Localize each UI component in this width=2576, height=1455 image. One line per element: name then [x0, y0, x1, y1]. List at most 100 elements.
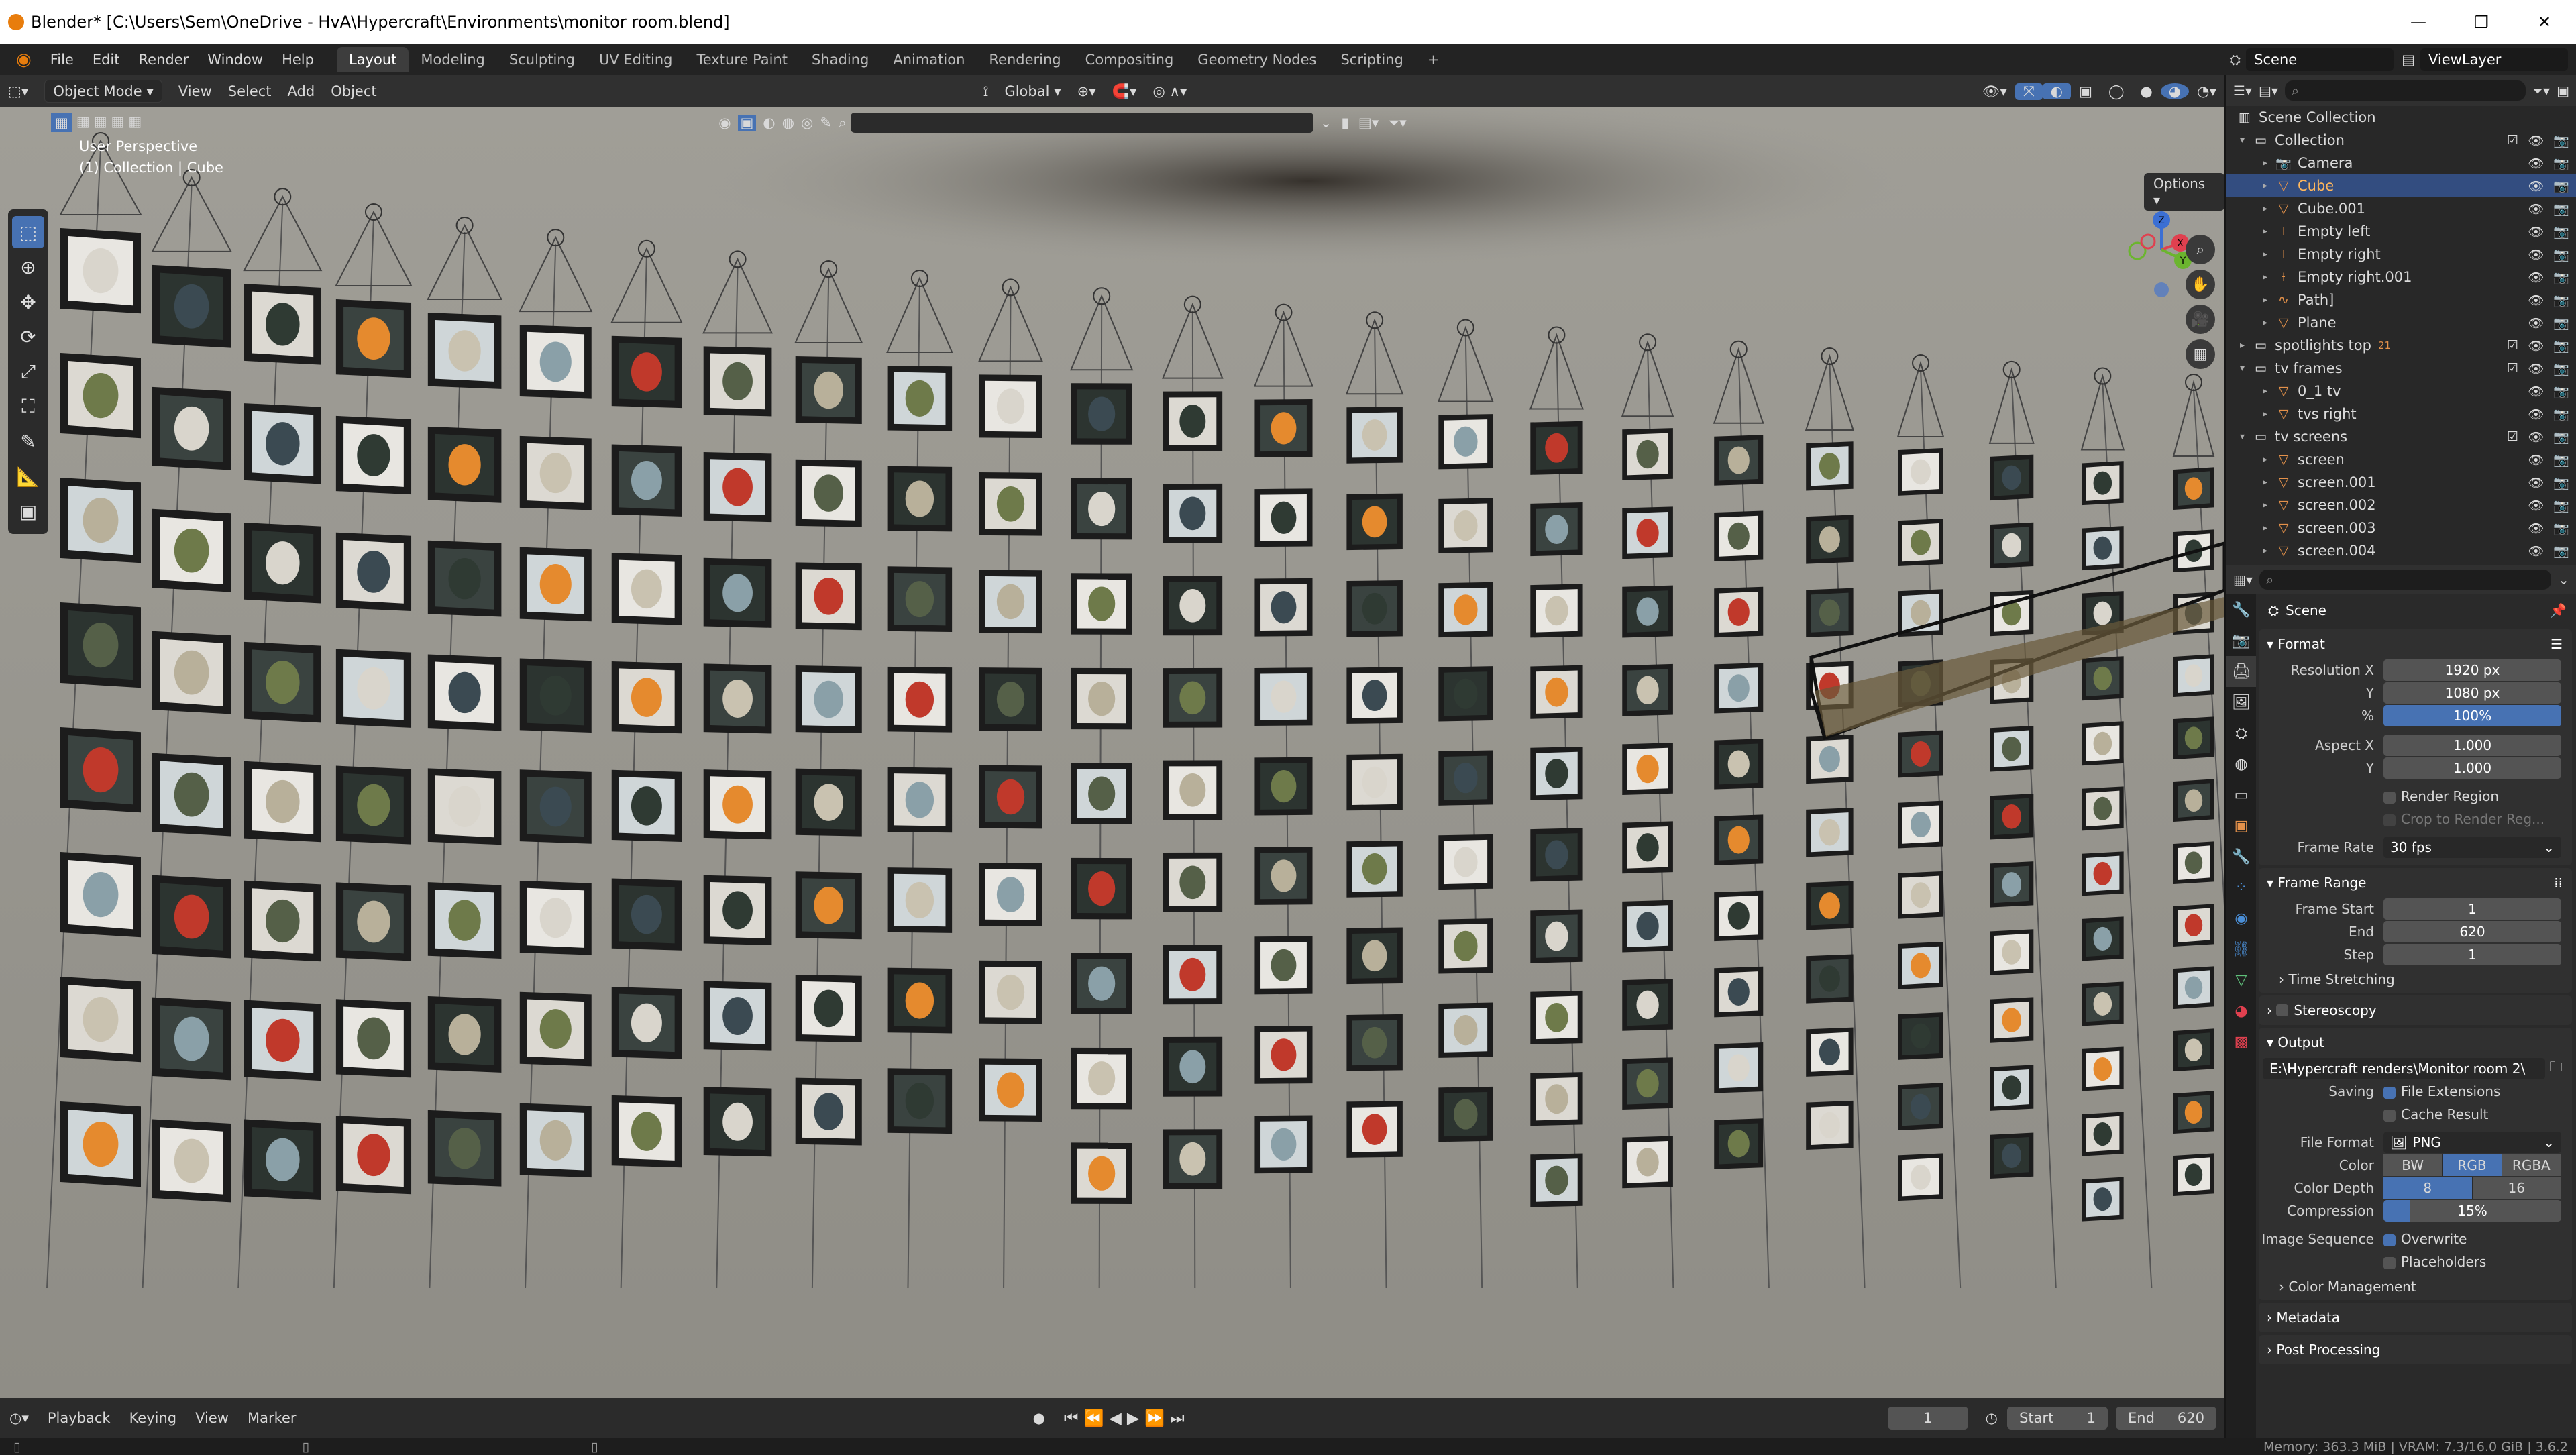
expand-right-icon[interactable]: ▸ — [2263, 294, 2275, 305]
outliner-row[interactable]: ▸ ⟊ Empty right 👁 📷 — [2226, 243, 2576, 266]
outliner-row[interactable]: ▾ ▭ tv screens ☑ 👁 📷 — [2226, 425, 2576, 448]
expand-right-icon[interactable]: ▸ — [2263, 226, 2275, 237]
camera-render-icon[interactable]: 📷 — [2553, 452, 2569, 468]
depth-8-option[interactable]: 8 — [2383, 1177, 2473, 1199]
outliner-row[interactable]: ▸ ▽ screen 👁 📷 — [2226, 448, 2576, 471]
eye-icon[interactable]: 👁 — [2528, 247, 2544, 262]
output-tab-icon[interactable]: 🖨 — [2226, 656, 2256, 687]
camera-render-icon[interactable]: 📷 — [2553, 315, 2569, 331]
color-bw-option[interactable]: BW — [2383, 1154, 2443, 1176]
crop-checkbox[interactable]: Crop to Render Reg... — [2383, 811, 2544, 827]
stereoscopy-header[interactable]: › Stereoscopy — [2259, 995, 2572, 1025]
eye-icon[interactable]: 👁 — [2528, 543, 2544, 559]
file-format-dropdown[interactable]: 🖼 PNG ⌄ — [2383, 1132, 2561, 1153]
filter-material-icon[interactable]: ◐ — [763, 115, 775, 131]
output-header[interactable]: ▾ Output — [2259, 1028, 2572, 1057]
camera-render-icon[interactable]: 📷 — [2553, 247, 2569, 262]
expand-right-icon[interactable]: ▸ — [2263, 317, 2275, 328]
start-frame-field[interactable]: Start 1 — [2007, 1407, 2108, 1430]
visibility-icon[interactable]: 👁▾ — [1974, 83, 2015, 100]
eye-icon[interactable]: 👁 — [2528, 133, 2544, 148]
folder-icon[interactable]: 🗀 — [2549, 1057, 2563, 1080]
minimize-button[interactable]: — — [2387, 0, 2450, 44]
end-frame-field[interactable]: End 620 — [2116, 1407, 2216, 1430]
viewport-menu-add[interactable]: Add — [280, 83, 323, 99]
outliner-row[interactable]: ▸ ▽ Cube 👁 📷 — [2226, 174, 2576, 197]
dropdown-icon[interactable]: ⌄ — [1320, 115, 1332, 131]
expand-right-icon[interactable]: ▸ — [2263, 454, 2275, 465]
expand-right-icon[interactable]: ▸ — [2263, 477, 2275, 488]
view-layer-tab-icon[interactable]: 🖼 — [2226, 687, 2256, 718]
placeholders-checkbox[interactable]: Placeholders — [2383, 1254, 2486, 1270]
pin-icon[interactable]: 📌 — [2550, 602, 2567, 618]
render-tab-icon[interactable]: 📷 — [2226, 625, 2256, 656]
properties-editor-icon[interactable]: ▦▾ — [2233, 572, 2253, 588]
expand-right-icon[interactable]: ▸ — [2263, 386, 2275, 396]
exclude-checkbox-icon[interactable]: ☑ — [2507, 429, 2518, 445]
exclude-checkbox-icon[interactable]: ☑ — [2507, 338, 2518, 354]
blender-menu-icon[interactable]: ◉ — [7, 50, 41, 70]
eye-icon[interactable]: 👁 — [2528, 498, 2544, 513]
expand-right-icon[interactable]: ▸ — [2240, 340, 2252, 351]
transform-orientation-dropdown[interactable]: Global ▾ — [996, 83, 1069, 99]
camera-render-icon[interactable]: 📷 — [2553, 521, 2569, 536]
viewport-scene[interactable] — [0, 107, 2224, 1398]
selection-mode-icons[interactable]: ▦ ▦ ▦ ▦ ▦ — [51, 113, 142, 132]
select-box-icon[interactable]: ⬚ — [12, 216, 44, 248]
visibility-toggles[interactable]: 👁📷 — [2506, 384, 2569, 399]
time-stretching-subpanel[interactable]: › Time Stretching — [2259, 966, 2572, 993]
tab-modeling[interactable]: Modeling — [409, 47, 497, 72]
visibility-toggles[interactable]: 👁📷 — [2506, 247, 2569, 262]
viewport-menu-object[interactable]: Object — [323, 83, 384, 99]
outliner-row[interactable]: ▾ ▭ Collection ☑ 👁 📷 — [2226, 129, 2576, 152]
current-frame-field[interactable]: 1 — [1887, 1407, 1968, 1430]
visibility-toggles[interactable]: 👁📷 — [2506, 521, 2569, 536]
mode-dropdown[interactable]: Object Mode ▾ — [44, 80, 162, 103]
timeline-menu-keying[interactable]: Keying — [120, 1410, 186, 1426]
outliner-row[interactable]: ▸ ▽ screen.003 👁 📷 — [2226, 517, 2576, 539]
resolution-y-field[interactable]: 1080 px — [2383, 682, 2561, 704]
menu-render[interactable]: Render — [129, 52, 199, 68]
constraints-tab-icon[interactable]: ⛓ — [2226, 934, 2256, 965]
filter-object-icon[interactable]: ▣ — [737, 114, 757, 131]
proportional-edit-icon[interactable]: ◎ ∧▾ — [1145, 83, 1195, 99]
filter-texture-icon[interactable]: ◎ — [801, 115, 813, 131]
tab-rendering[interactable]: Rendering — [977, 47, 1073, 72]
visibility-toggles[interactable]: 👁📷 — [2506, 498, 2569, 513]
render-region-checkbox[interactable]: Render Region — [2383, 788, 2499, 804]
eye-icon[interactable]: 👁 — [2528, 475, 2544, 490]
expand-right-icon[interactable]: ▸ — [2263, 203, 2275, 214]
shading-material-icon[interactable]: ◕ — [2160, 83, 2190, 99]
outliner-editor-icon[interactable]: ☰▾ — [2233, 83, 2252, 99]
color-rgb-option[interactable]: RGB — [2443, 1154, 2502, 1176]
visibility-toggles[interactable]: 👁📷 — [2506, 156, 2569, 171]
tool-tab-icon[interactable]: 🔧 — [2226, 594, 2256, 625]
properties-options-icon[interactable]: ⌄ — [2558, 572, 2569, 588]
outliner-row[interactable]: ▸ ▽ tvs right 👁 📷 — [2226, 402, 2576, 425]
presets-icon[interactable]: ☰ — [2551, 636, 2563, 652]
tab-texture-paint[interactable]: Texture Paint — [685, 47, 800, 72]
camera-render-icon[interactable]: 📷 — [2553, 201, 2569, 217]
tab-geometry-nodes[interactable]: Geometry Nodes — [1185, 47, 1328, 72]
eye-icon[interactable]: 👁 — [2528, 315, 2544, 331]
file-extensions-checkbox[interactable]: File Extensions — [2383, 1083, 2500, 1099]
frame-start-field[interactable]: 1 — [2383, 898, 2561, 920]
modifier-tab-icon[interactable]: 🔧 — [2226, 841, 2256, 872]
view-layer-selector[interactable]: ViewLayer — [2420, 48, 2568, 71]
navigation-gizmo[interactable]: Z X Y — [2120, 209, 2194, 303]
playback-controls[interactable]: ⏮⏪◀▶⏩⏭ — [1055, 1409, 1199, 1427]
compression-slider[interactable]: 15% — [2383, 1200, 2561, 1222]
options-dropdown[interactable]: Options ▾ — [2144, 173, 2224, 211]
camera-render-icon[interactable]: 📷 — [2553, 292, 2569, 308]
camera-render-icon[interactable]: 📷 — [2553, 543, 2569, 559]
expand-right-icon[interactable]: ▸ — [2263, 523, 2275, 533]
tab-compositing[interactable]: Compositing — [1073, 47, 1186, 72]
aspect-x-field[interactable]: 1.000 — [2383, 735, 2561, 756]
scene-selector[interactable]: Scene — [2246, 48, 2394, 71]
visibility-toggles[interactable]: ☑ 👁 📷 — [2507, 361, 2569, 376]
frame-rate-dropdown[interactable]: 30 fps ⌄ — [2383, 837, 2561, 858]
filter-extra-icons[interactable]: ⌄ ▮ ▤▾ ⏷▾ — [1320, 115, 1407, 131]
select-subtract-icon[interactable]: ▦ — [94, 113, 107, 132]
menu-file[interactable]: File — [41, 52, 83, 68]
visibility-toggles[interactable]: 👁📷 — [2506, 201, 2569, 217]
